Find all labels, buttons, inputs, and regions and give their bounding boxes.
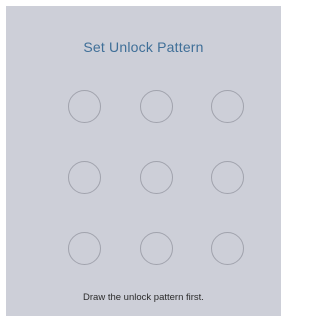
pattern-dot-7[interactable] [68, 232, 101, 265]
pattern-dot-1[interactable] [68, 90, 101, 123]
pattern-dot-8[interactable] [140, 232, 173, 265]
pattern-dot-9[interactable] [211, 232, 244, 265]
unlock-pattern-panel: Set Unlock Pattern Draw the unlock patte… [6, 6, 281, 316]
page-title: Set Unlock Pattern [83, 39, 204, 55]
pattern-dot-3[interactable] [211, 90, 244, 123]
pattern-dot-4[interactable] [68, 161, 101, 194]
pattern-dot-2[interactable] [140, 90, 173, 123]
hint-text: Draw the unlock pattern first. [83, 292, 204, 303]
pattern-dot-5[interactable] [140, 161, 173, 194]
pattern-dot-6[interactable] [211, 161, 244, 194]
